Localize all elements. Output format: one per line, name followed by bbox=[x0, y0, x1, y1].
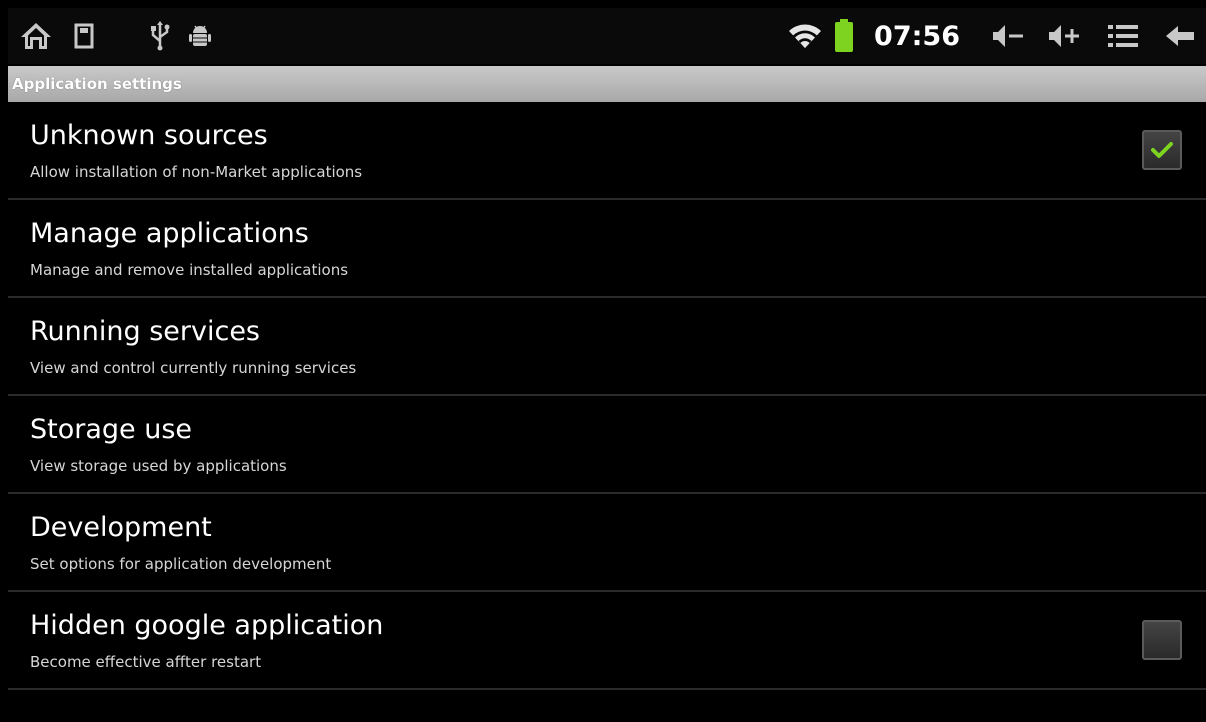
volume-up-icon[interactable] bbox=[1036, 8, 1092, 64]
setting-title: Unknown sources bbox=[30, 120, 268, 151]
battery-icon bbox=[828, 8, 860, 64]
clock: 07:56 bbox=[874, 20, 960, 52]
setting-hidden-google-application[interactable]: Hidden google application Become effecti… bbox=[8, 592, 1206, 690]
setting-title: Running services bbox=[30, 316, 261, 347]
setting-unknown-sources[interactable]: Unknown sources Allow installation of no… bbox=[8, 102, 1206, 200]
settings-screen: 07:56 Application settings Unknown sourc… bbox=[0, 0, 1206, 722]
menu-icon[interactable] bbox=[1092, 8, 1154, 64]
setting-running-services[interactable]: Running services View and control curren… bbox=[8, 298, 1206, 396]
setting-development[interactable]: Development Set options for application … bbox=[8, 494, 1206, 592]
check-mark-icon bbox=[1151, 142, 1173, 158]
section-title: Application settings bbox=[12, 75, 182, 93]
setting-title: Development bbox=[30, 512, 212, 543]
setting-title: Storage use bbox=[30, 414, 193, 445]
system-icons: 07:56 bbox=[782, 8, 1206, 64]
back-icon[interactable] bbox=[1154, 8, 1206, 64]
setting-manage-applications[interactable]: Manage applications Manage and remove in… bbox=[8, 200, 1206, 298]
setting-summary: View storage used by applications bbox=[30, 457, 287, 475]
setting-summary: View and control currently running servi… bbox=[30, 359, 357, 377]
notification-icons bbox=[8, 8, 220, 64]
status-bar: 07:56 bbox=[8, 8, 1206, 64]
home-icon[interactable] bbox=[8, 8, 64, 64]
setting-summary: Allow installation of non-Market applica… bbox=[30, 163, 363, 181]
sd-card-icon bbox=[64, 8, 104, 64]
usb-icon bbox=[140, 8, 180, 64]
setting-summary: Manage and remove installed applications bbox=[30, 261, 349, 279]
setting-storage-use[interactable]: Storage use View storage used by applica… bbox=[8, 396, 1206, 494]
setting-summary: Set options for application development bbox=[30, 555, 332, 573]
unknown-sources-checkbox[interactable] bbox=[1142, 130, 1182, 170]
android-debug-icon bbox=[180, 8, 220, 64]
section-header: Application settings bbox=[8, 66, 1206, 102]
setting-summary: Become effective affter restart bbox=[30, 653, 262, 671]
volume-down-icon[interactable] bbox=[980, 8, 1036, 64]
hidden-google-checkbox[interactable] bbox=[1142, 620, 1182, 660]
setting-title: Manage applications bbox=[30, 218, 309, 249]
settings-list: Unknown sources Allow installation of no… bbox=[8, 102, 1206, 690]
wifi-icon bbox=[782, 8, 828, 64]
setting-title: Hidden google application bbox=[30, 610, 384, 641]
